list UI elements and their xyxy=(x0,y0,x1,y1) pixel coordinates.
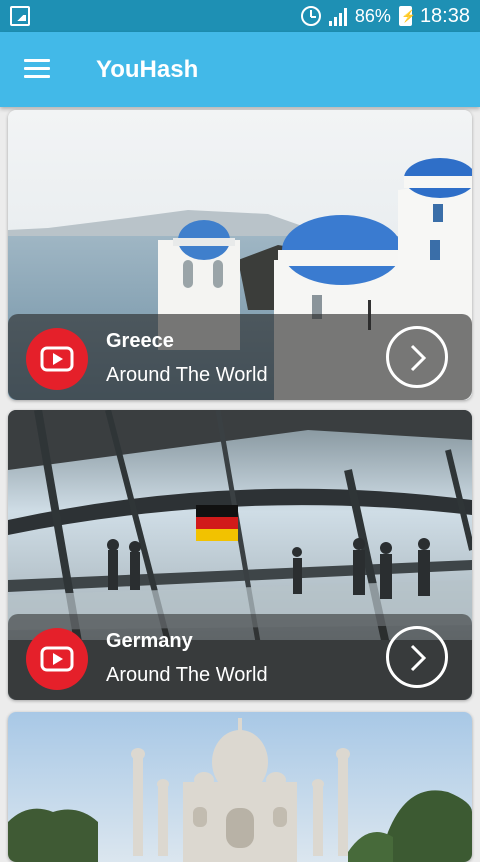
youtube-play-icon xyxy=(26,328,88,390)
alarm-icon xyxy=(300,6,321,26)
destination-card-greece[interactable]: Greece Around The World xyxy=(8,110,472,400)
signal-icon xyxy=(328,6,347,26)
chevron-right-icon xyxy=(410,644,427,672)
destination-card-germany[interactable]: Germany Around The World xyxy=(8,410,472,700)
destination-card-india[interactable] xyxy=(8,712,472,862)
taj-mahal-photo xyxy=(8,712,472,862)
status-time: 18:38 xyxy=(419,4,470,27)
app-bar: YouHash xyxy=(0,32,480,107)
status-bar: 86% 18:38 xyxy=(0,0,480,32)
youtube-play-icon xyxy=(26,628,88,690)
card-title: Greece xyxy=(106,330,174,352)
battery-charging-icon xyxy=(398,6,416,26)
app-title: YouHash xyxy=(96,56,199,83)
battery-percent: 86% xyxy=(354,5,391,26)
card-subtitle: Around The World xyxy=(106,364,268,386)
card-caption: Germany Around The World xyxy=(8,614,472,700)
card-caption: Greece Around The World xyxy=(8,314,472,400)
gallery-icon xyxy=(10,6,30,26)
card-subtitle: Around The World xyxy=(106,664,268,686)
status-icons: 86% 18:38 xyxy=(300,0,470,32)
card-title: Germany xyxy=(106,630,193,652)
chevron-right-icon xyxy=(410,344,427,372)
open-arrow-button[interactable] xyxy=(386,326,448,388)
hamburger-menu-icon[interactable] xyxy=(24,59,50,79)
open-arrow-button[interactable] xyxy=(386,626,448,688)
